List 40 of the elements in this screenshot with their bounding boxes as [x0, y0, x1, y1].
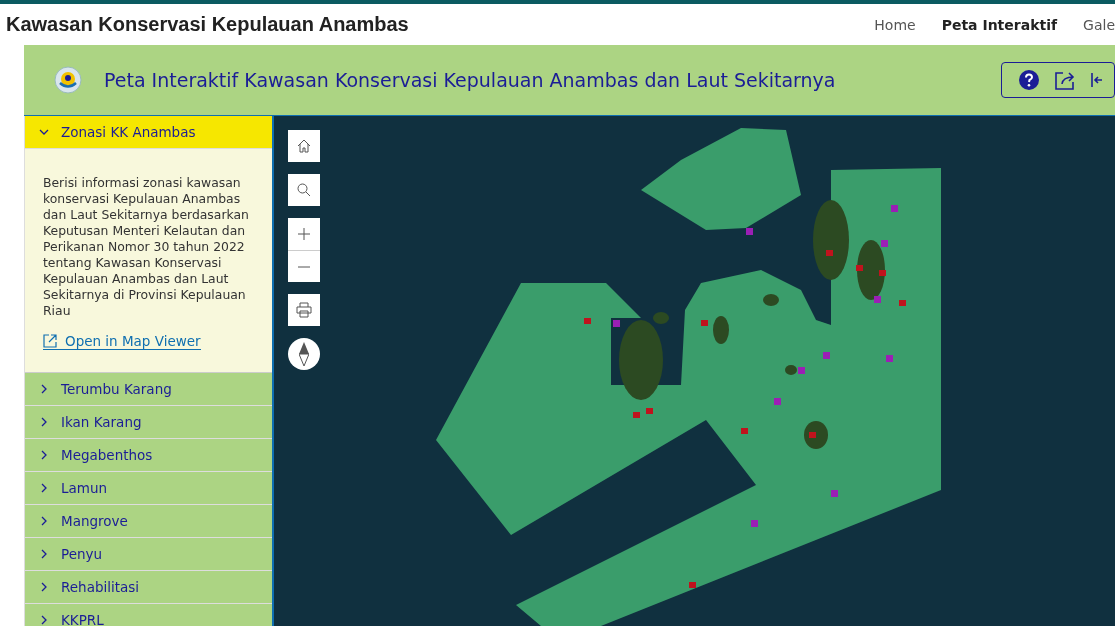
section-header[interactable]: Rehabilitasi	[25, 571, 272, 604]
chevron-icon	[39, 582, 49, 592]
search-icon	[297, 183, 311, 197]
chevron-icon	[39, 450, 49, 460]
home-button[interactable]	[288, 130, 320, 162]
nav-link[interactable]: Gale	[1083, 16, 1115, 33]
section-header[interactable]: KKPRL	[25, 604, 272, 626]
nav-link[interactable]: Peta Interaktif	[941, 16, 1058, 33]
nav-link[interactable]: Home	[874, 16, 916, 33]
section-header[interactable]: Penyu	[25, 538, 272, 571]
section-header[interactable]: Lamun	[25, 472, 272, 505]
chevron-icon	[39, 483, 49, 493]
search-button[interactable]	[288, 174, 320, 206]
section-header[interactable]: Ikan Karang	[25, 406, 272, 439]
app-title: Peta Interaktif Kawasan Konservasi Kepulauan Anambas dan Laut Sekitarnya	[104, 69, 837, 91]
zoom-in-button[interactable]	[288, 218, 320, 250]
chevron-icon	[39, 549, 49, 559]
zoom-out-button[interactable]	[288, 250, 320, 282]
plus-icon	[298, 228, 310, 240]
section-header[interactable]: Megabenthos	[25, 439, 272, 472]
chevron-icon	[39, 384, 49, 394]
minus-icon	[298, 265, 310, 268]
chevron-icon	[39, 516, 49, 526]
chevron-icon	[39, 417, 49, 427]
map-viewer-link[interactable]: Open in Map Viewer	[43, 333, 201, 350]
compass-icon	[299, 342, 309, 366]
chevron-icon	[39, 615, 49, 625]
section-header[interactable]: Mangrove	[25, 505, 272, 538]
section-header[interactable]: Zonasi KK Anambas	[25, 116, 272, 149]
print-button[interactable]	[288, 294, 320, 326]
share-icon[interactable]	[1054, 69, 1076, 91]
help-icon[interactable]	[1018, 69, 1040, 91]
printer-icon	[296, 302, 312, 318]
logo-icon	[54, 66, 82, 94]
external-link-icon	[43, 334, 57, 348]
section-header[interactable]: Terumbu Karang	[25, 373, 272, 406]
site-title: Kawasan Konservasi Kepulauan Anambas	[5, 13, 410, 36]
home-icon	[297, 139, 311, 153]
chevron-icon	[39, 127, 49, 137]
section-description: Berisi informasi zonasi kawasan konservasi Kepulauan Anambas dan Laut Sekitarnya berdasarkan Keputusan Menteri Kelautan dan Perikanan Nomor 30 tahun 2022 tentang Kawasan Konservasi Kepulauan Anambas dan Laut Sekitarnya di Provinsi Kepulauan Riau	[43, 175, 250, 319]
